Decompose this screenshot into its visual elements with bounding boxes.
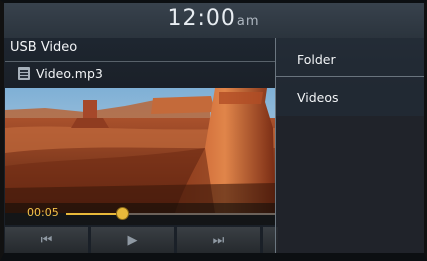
skip-previous-icon: ⏮ [40,233,53,248]
app-title: USB Video [10,40,78,55]
side-menu: Folder Videos [275,38,427,261]
menu-item-videos[interactable]: Videos [276,78,427,116]
skip-next-icon: ⏭ [212,233,225,248]
playback-controls: ⏮ ▶ ⏭ [5,227,278,254]
file-list-icon [18,67,30,80]
video-frame[interactable] [5,88,275,213]
status-bar: 12:00am [0,0,427,38]
progress-knob[interactable] [116,207,130,220]
menu-divider [276,76,427,77]
video-image [5,88,275,213]
elapsed-time: 00:05 [27,206,59,219]
seek-bar: 00:05 [5,203,276,225]
menu-item-folder[interactable]: Folder [276,40,427,78]
file-name: Video.mp3 [36,66,103,81]
previous-button[interactable]: ⏮ [5,227,88,254]
play-button[interactable]: ▶ [91,227,174,254]
menu-background [276,116,427,261]
clock-ampm: am [236,14,260,29]
progress-fill [66,213,123,215]
divider [5,61,275,62]
file-info: Video.mp3 [18,66,103,81]
play-icon: ▶ [127,233,138,248]
progress-track[interactable] [66,213,276,215]
clock: 12:00am [0,6,427,31]
clock-time: 12:00 [167,6,236,31]
next-button[interactable]: ⏭ [177,227,260,254]
screen: 12:00am USB Video Video.mp3 00:05 ⏮ ▶ ⏭ … [0,0,427,261]
